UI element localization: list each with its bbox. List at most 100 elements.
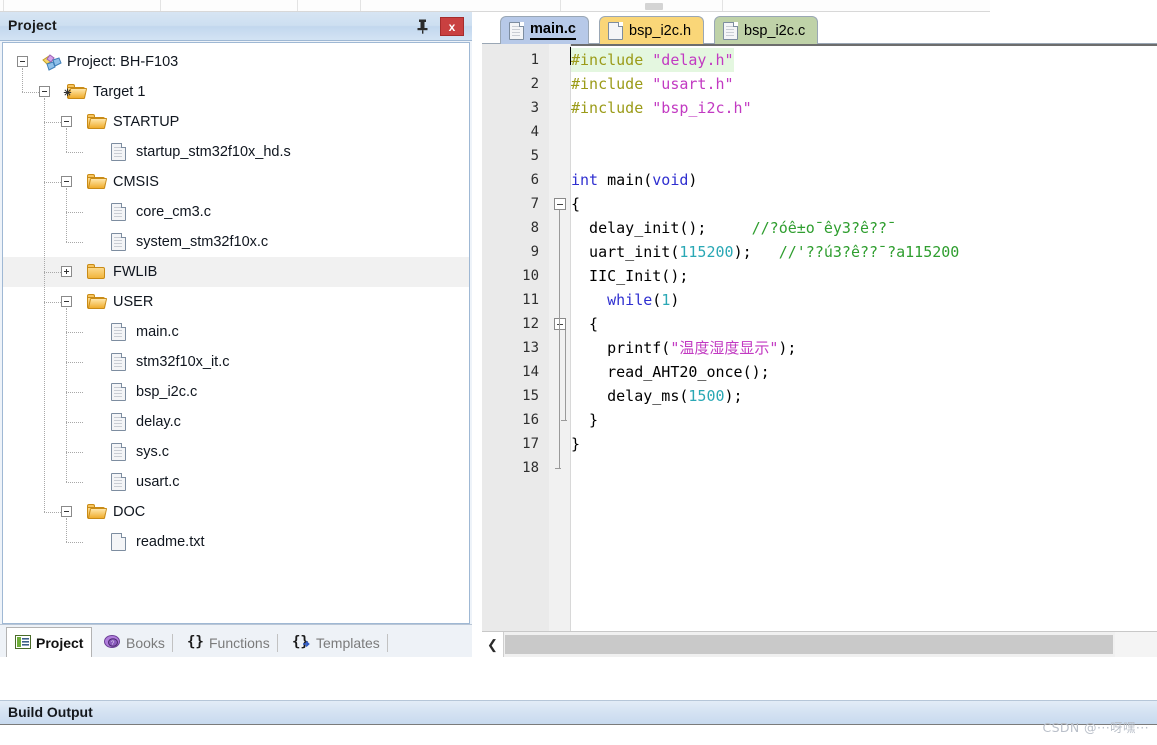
close-icon[interactable]: x — [440, 17, 464, 36]
code-text: #include "bsp_i2c.h" — [571, 99, 752, 117]
code-line[interactable]: 10 IIC_Init(); — [482, 264, 1157, 288]
file-icon — [111, 383, 126, 401]
books-icon: ? — [104, 634, 121, 652]
tree-guide — [44, 182, 61, 183]
panel-tab-templates[interactable]: {} Templates — [284, 628, 388, 658]
fold-guide — [565, 330, 566, 420]
editor-tab-bsp_i2c-h[interactable]: bsp_i2c.h — [599, 16, 705, 44]
build-output-body[interactable] — [0, 724, 1157, 745]
tab-separator — [171, 634, 173, 652]
code-text: uart_init(115200); //'??ú3?ê??¯?a115200 — [571, 243, 960, 261]
editor-tab-label: bsp_i2c.h — [629, 22, 692, 39]
build-output-titlebar: Build Output — [0, 700, 1157, 724]
code-text: delay_ms(1500); — [571, 387, 743, 405]
tree-guide — [44, 98, 45, 512]
tree-group-cmsis[interactable]: CMSIS — [3, 167, 469, 197]
editor-tab-main-c[interactable]: main.c — [500, 16, 589, 44]
scrollbar-track-end[interactable] — [1115, 632, 1157, 657]
code-line[interactable]: 6 int main(void) — [482, 168, 1157, 192]
editor-horizontal-scrollbar[interactable]: ❮ — [482, 631, 1157, 657]
code-line[interactable]: 5 — [482, 144, 1157, 168]
code-line[interactable]: 7{ — [482, 192, 1157, 216]
code-text: #include "usart.h" — [571, 75, 734, 93]
code-line[interactable]: 8 delay_init(); //?óê±o¯êy3?ê??¯ — [482, 216, 1157, 240]
panel-gap — [0, 657, 1157, 700]
pin-icon[interactable] — [412, 17, 432, 36]
tree-item-label: delay.c — [136, 414, 181, 430]
collapse-icon[interactable] — [61, 296, 72, 307]
panel-tab-label: Templates — [316, 635, 380, 651]
project-tree: Project: BH-F103 Target 1 STARTUP startup_s… — [3, 43, 469, 557]
file-icon — [111, 413, 126, 431]
file-icon — [111, 473, 126, 491]
code-line[interactable]: 3 #include "bsp_i2c.h" — [482, 96, 1157, 120]
tree-group-startup[interactable]: STARTUP — [3, 107, 469, 137]
scroll-left-arrow[interactable]: ❮ — [482, 632, 504, 657]
code-line[interactable]: 11 while(1) — [482, 288, 1157, 312]
code-editor[interactable]: 1 #include "delay.h" 2 #include "usart.h" 3 #… — [482, 44, 1157, 631]
line-number: 13 — [522, 340, 539, 356]
panel-tab-functions[interactable]: {} Functions — [179, 628, 278, 658]
panel-tab-books[interactable]: ? Books — [96, 628, 173, 658]
templates-icon: {} — [292, 634, 311, 652]
tree-item-label: startup_stm32f10x_hd.s — [136, 144, 291, 160]
tree-item-label: stm32f10x_it.c — [136, 354, 230, 370]
panel-tab-project[interactable]: Project — [6, 627, 93, 658]
tree-group-user[interactable]: USER — [3, 287, 469, 317]
code-line[interactable]: 12 { — [482, 312, 1157, 336]
code-line[interactable]: 14 read_AHT20_once(); — [482, 360, 1157, 384]
tree-guide — [22, 92, 39, 93]
project-panel-titlebar: Project x — [0, 12, 472, 41]
project-tree-container[interactable]: Project: BH-F103 Target 1 STARTUP startup_s… — [2, 42, 470, 624]
tree-guide — [44, 272, 61, 273]
editor-tab-bsp_i2c-c[interactable]: bsp_i2c.c — [714, 16, 819, 44]
panel-tab-label: Functions — [209, 635, 270, 651]
tree-item-label: core_cm3.c — [136, 204, 211, 220]
tree-item-label: main.c — [136, 324, 179, 340]
line-number: 10 — [522, 268, 539, 284]
editor-top-border — [482, 44, 1157, 46]
collapse-icon[interactable] — [17, 56, 28, 67]
code-line[interactable]: 1 #include "delay.h" — [482, 48, 1157, 72]
tree-guide — [66, 518, 67, 542]
collapse-icon[interactable] — [39, 86, 50, 97]
editor-tab-label: bsp_i2c.c — [744, 22, 806, 39]
collapse-icon[interactable] — [61, 506, 72, 517]
tree-item-label: bsp_i2c.c — [136, 384, 198, 400]
tree-guide — [66, 332, 83, 333]
file-icon — [111, 203, 126, 221]
panel-splitter[interactable] — [474, 12, 482, 657]
tree-guide — [44, 512, 61, 513]
scrollbar-thumb[interactable] — [505, 635, 1113, 654]
line-number: 17 — [522, 436, 539, 452]
tree-item-project-bh-f103[interactable]: Project: BH-F103 — [3, 47, 469, 77]
tree-item-label: USER — [113, 294, 154, 310]
code-line[interactable]: 17} — [482, 432, 1157, 456]
code-line[interactable]: 15 delay_ms(1500); — [482, 384, 1157, 408]
tree-group-target-1[interactable]: Target 1 — [3, 77, 469, 107]
file-icon — [111, 233, 126, 251]
code-line[interactable]: 16 } — [482, 408, 1157, 432]
tree-item-label: system_stm32f10x.c — [136, 234, 269, 250]
tree-item-label: STARTUP — [113, 114, 180, 130]
collapse-icon[interactable] — [61, 116, 72, 127]
code-line[interactable]: 18 — [482, 456, 1157, 480]
fold-collapse-icon[interactable] — [554, 318, 566, 330]
line-number: 18 — [522, 460, 539, 476]
code-line[interactable]: 9 uart_init(115200); //'??ú3?ê??¯?a11520… — [482, 240, 1157, 264]
tree-item-label: Project: BH-F103 — [67, 54, 179, 70]
folder-icon — [87, 114, 108, 130]
code-line[interactable]: 13 printf("温度湿度显示"); — [482, 336, 1157, 360]
blank-file-icon — [608, 21, 623, 40]
line-number: 4 — [530, 124, 539, 140]
fold-collapse-icon[interactable] — [554, 198, 566, 210]
build-output-title: Build Output — [8, 704, 93, 720]
expand-icon[interactable] — [61, 266, 72, 277]
tree-item-label: CMSIS — [113, 174, 159, 190]
collapse-icon[interactable] — [61, 176, 72, 187]
code-line[interactable]: 2 #include "usart.h" — [482, 72, 1157, 96]
tree-group-fwlib[interactable]: FWLIB — [3, 257, 469, 287]
code-line[interactable]: 4 — [482, 120, 1157, 144]
tree-group-doc[interactable]: DOC — [3, 497, 469, 527]
folder-closed-icon — [87, 264, 106, 280]
